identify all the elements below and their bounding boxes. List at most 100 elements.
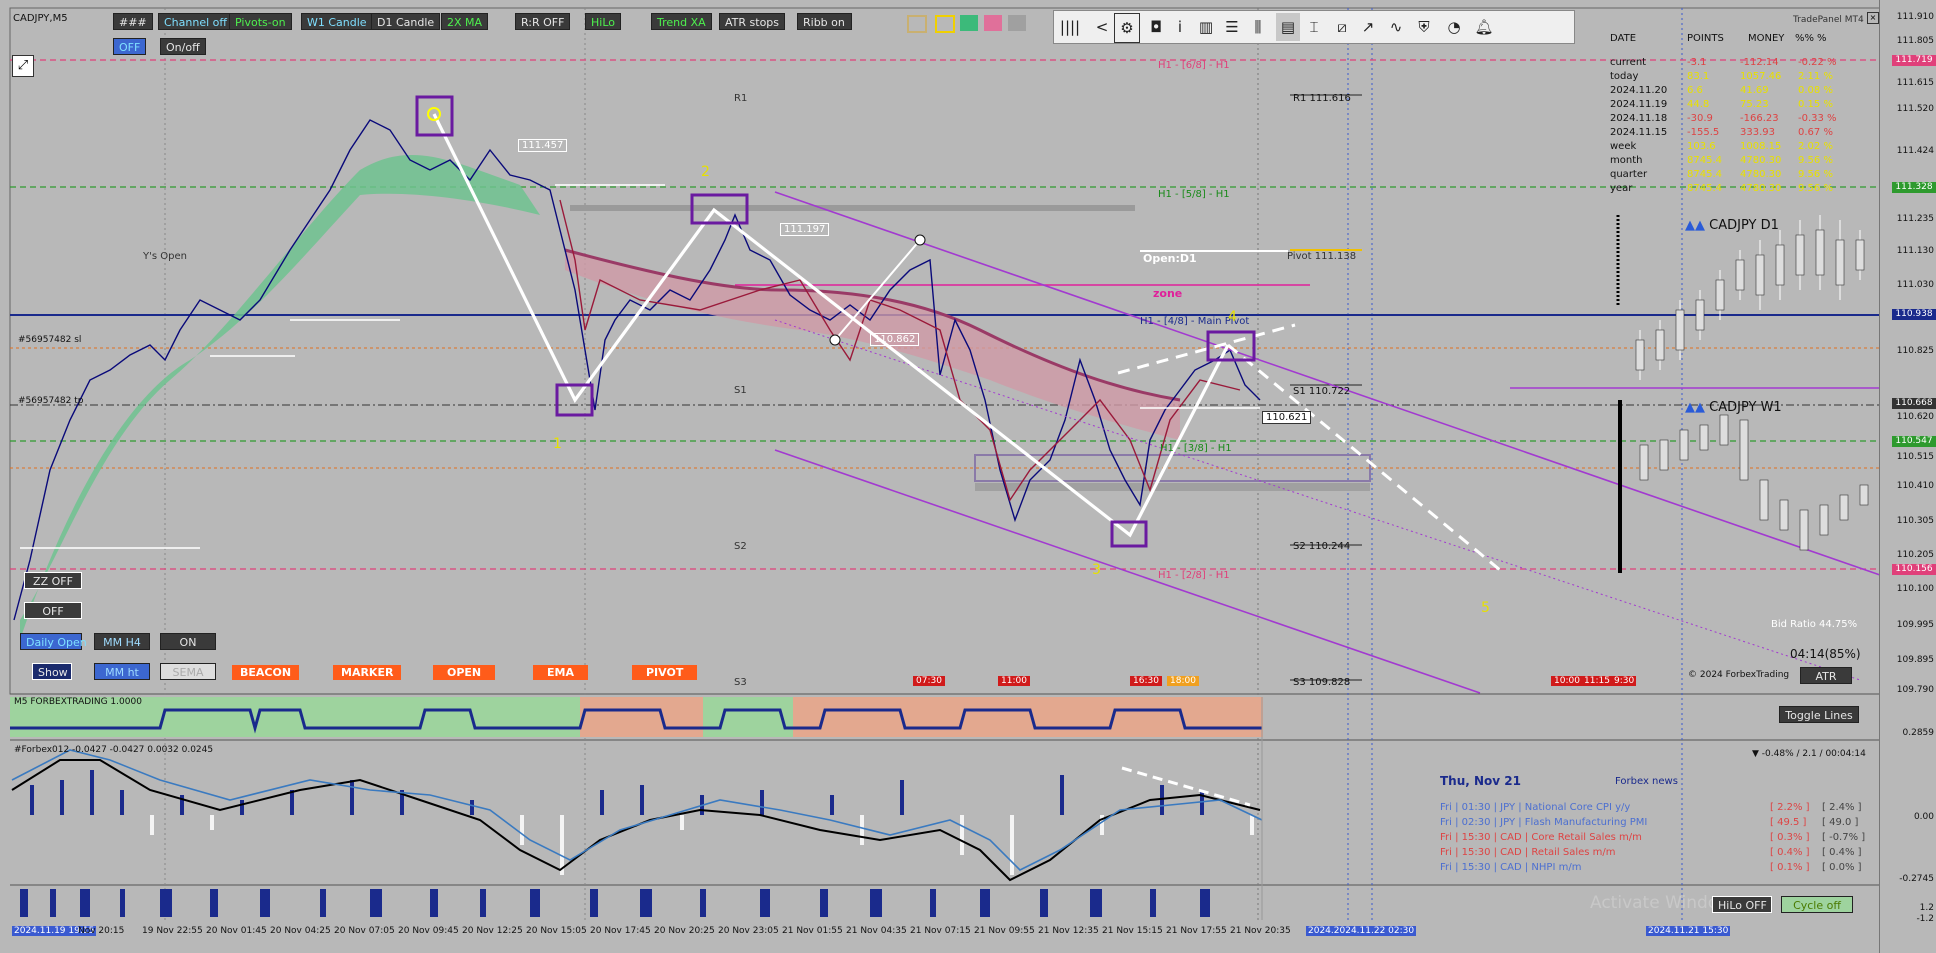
- expand-icon[interactable]: ⤢: [12, 55, 34, 77]
- rr-off-button[interactable]: R:R OFF: [515, 13, 571, 30]
- pm-cell-date: 2024.11.18: [1610, 113, 1668, 124]
- mini-chart-d1-title: ▲▲ CADJPY D1: [1685, 218, 1779, 233]
- news-date: Thu, Nov 21: [1440, 774, 1521, 788]
- wave-icon[interactable]: ∿: [1384, 13, 1408, 41]
- trend-icon[interactable]: ↗: [1356, 13, 1380, 41]
- pm-cell-money: 4780.30: [1740, 155, 1782, 166]
- news-item[interactable]: Fri | 15:30 | CAD | Core Retail Sales m/…: [1440, 832, 1642, 843]
- slash-icon[interactable]: ⧄: [1330, 13, 1354, 41]
- ribb-on-button[interactable]: Ribb on: [797, 13, 852, 30]
- sema-button[interactable]: SEMA: [160, 663, 216, 680]
- indicator2-label: #Forbex012 -0.0427 -0.0427 0.0032 0.0245: [14, 745, 214, 755]
- murray-h28: H1 - [2/8] - H1: [1158, 570, 1230, 581]
- hilo-off-button[interactable]: HiLo OFF: [1712, 896, 1772, 913]
- back-icon[interactable]: <: [1090, 13, 1114, 41]
- pm-cell-points: 103.6: [1687, 141, 1716, 152]
- trend-xa-button[interactable]: Trend XA: [651, 13, 712, 30]
- marker-button[interactable]: MARKER: [333, 665, 402, 680]
- ys-open-label: Y's Open: [143, 251, 187, 262]
- color-swatch-yellow[interactable]: [935, 15, 955, 33]
- zz-off-button[interactable]: ZZ OFF: [24, 572, 82, 589]
- murray-h38: H1 - [3/8] - H1: [1160, 443, 1232, 454]
- w1-candle-button[interactable]: W1 Candle: [301, 13, 373, 30]
- on-button[interactable]: ON: [160, 633, 216, 650]
- channel-off-button[interactable]: Channel off: [158, 13, 233, 30]
- hilo-button[interactable]: HiLo: [585, 13, 621, 30]
- mm-h4-button[interactable]: MM H4: [94, 633, 150, 650]
- cycle-off-button[interactable]: Cycle off: [1781, 896, 1853, 913]
- wave-label-3: 3: [1092, 562, 1101, 578]
- open-button[interactable]: OPEN: [433, 665, 496, 680]
- document-icon[interactable]: ▤: [1276, 13, 1300, 41]
- s2-pivot-label: S2 110.244: [1293, 541, 1351, 552]
- close-icon[interactable]: ×: [1867, 12, 1879, 24]
- mini-chart-w1-title: ▲▲ CADJPY W1: [1685, 400, 1782, 415]
- news-title: Forbex news: [1615, 776, 1678, 787]
- mm-ht-button[interactable]: MM ht: [94, 663, 150, 680]
- color-swatch-pink[interactable]: [984, 15, 1002, 31]
- daily-open-button[interactable]: Daily Open: [20, 633, 87, 650]
- onoff-toggle[interactable]: On/off: [160, 38, 206, 55]
- list-icon[interactable]: ☰: [1220, 13, 1244, 41]
- pm-cell-points: 44.8: [1687, 99, 1710, 110]
- shield-icon[interactable]: ⛨: [1412, 13, 1436, 41]
- 2x-ma-button[interactable]: 2X MA: [441, 13, 489, 30]
- ema-button[interactable]: EMA: [533, 665, 588, 680]
- atr-button[interactable]: ATR: [1800, 667, 1852, 684]
- bell-icon[interactable]: 🔔︎: [1472, 13, 1496, 41]
- off-button[interactable]: OFF: [24, 602, 82, 619]
- bar-chart-icon[interactable]: ▥: [1194, 13, 1218, 41]
- news-item[interactable]: Fri | 01:30 | JPY | National Core CPI y/…: [1440, 802, 1630, 813]
- time-label: 20 Nov 09:45: [398, 926, 459, 936]
- beacon-button[interactable]: BEACON: [232, 665, 300, 680]
- pm-cell-money: 75.23: [1740, 99, 1769, 110]
- price-axis[interactable]: 111.910 111.805 111.719 111.615 111.520 …: [1879, 0, 1936, 953]
- color-swatch-gray[interactable]: [1008, 15, 1026, 31]
- session-mark: 11:15: [1581, 676, 1613, 686]
- news-actual: [ 2.2% ]: [1770, 802, 1810, 813]
- gear-icon[interactable]: ⚙: [1114, 13, 1140, 43]
- news-actual: [ 49.5 ]: [1770, 817, 1807, 828]
- pie-icon[interactable]: ◔: [1442, 13, 1466, 41]
- time-label: 21 Nov 12:35: [1038, 926, 1099, 936]
- pm-cell-date: month: [1610, 155, 1643, 166]
- info-icon[interactable]: i: [1168, 13, 1192, 41]
- candles-icon[interactable]: ⫼: [1246, 13, 1270, 41]
- pivots-on-button[interactable]: Pivots-on: [229, 13, 292, 30]
- color-swatch-tan[interactable]: [907, 15, 927, 33]
- d1-candle-button[interactable]: D1 Candle: [371, 13, 441, 30]
- news-actual: [ 0.1% ]: [1770, 862, 1810, 873]
- fib-icon[interactable]: ⌶: [1302, 13, 1326, 41]
- news-item[interactable]: Fri | 15:30 | CAD | NHPI m/m: [1440, 862, 1581, 873]
- show-button[interactable]: Show: [32, 663, 72, 680]
- wave-label-2: 2: [701, 164, 710, 180]
- color-swatch-green[interactable]: [960, 15, 978, 31]
- session-mark: 07:30: [913, 676, 945, 686]
- session-mark: 9:30: [1612, 676, 1637, 686]
- time-label: 20 Nov 23:05: [718, 926, 779, 936]
- time-label: 21 Nov 07:15: [910, 926, 971, 936]
- s3-short-label: S3: [734, 677, 747, 688]
- news-forecast: [ 2.4% ]: [1822, 802, 1862, 813]
- news-forecast: [ 49.0 ]: [1822, 817, 1859, 828]
- camera-icon[interactable]: ◘: [1144, 13, 1168, 41]
- pm-cell-money: 4780.30: [1740, 183, 1782, 194]
- price-chart[interactable]: [0, 0, 1936, 953]
- pm-cell-date: 2024.11.19: [1610, 99, 1668, 110]
- atr-stops-button[interactable]: ATR stops: [719, 13, 786, 30]
- news-item[interactable]: Fri | 15:30 | CAD | Retail Sales m/m: [1440, 847, 1616, 858]
- r1-short-label: R1: [734, 93, 748, 104]
- pm-cell-points: 83.1: [1687, 71, 1710, 82]
- hash-button[interactable]: ###: [113, 13, 153, 30]
- toggle-lines-button[interactable]: Toggle Lines: [1779, 706, 1859, 723]
- news-item[interactable]: Fri | 02:30 | JPY | Flash Manufacturing …: [1440, 817, 1647, 828]
- bars-icon[interactable]: ||||: [1058, 13, 1082, 41]
- pm-cell-points: 8745.4: [1687, 155, 1722, 166]
- r1-pivot-label: R1 111.616: [1293, 93, 1351, 104]
- s1-pivot-label: S1 110.722: [1293, 386, 1351, 397]
- pm-cell-pct: 9.56 %: [1798, 169, 1833, 180]
- price-tag-h38: 110.547: [1892, 436, 1936, 447]
- off-toggle[interactable]: OFF: [113, 38, 147, 55]
- price-note-2: 111.197: [780, 223, 830, 236]
- pivot-button[interactable]: PIVOT: [632, 665, 698, 680]
